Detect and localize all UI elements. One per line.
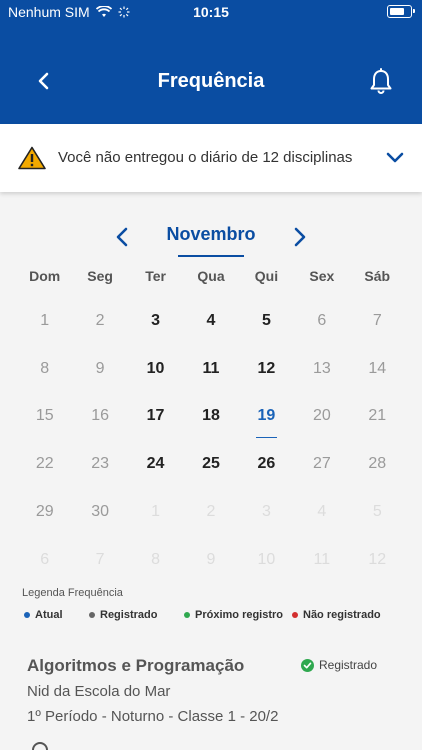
calendar-day[interactable]: 1: [128, 488, 183, 536]
calendar-days-grid: 1 2 3 4 5 6 7 8 9 10 11 12 13 14 15 16 17 18 19 20 21 22 23 24 2…: [17, 297, 405, 584]
calendar-day[interactable]: 24: [128, 440, 183, 488]
calendar-day[interactable]: 16: [72, 393, 127, 441]
calendar-day[interactable]: 5: [239, 297, 294, 345]
warning-icon: [18, 146, 46, 170]
calendar-day[interactable]: 6: [294, 297, 349, 345]
month-label[interactable]: Novembro: [0, 224, 422, 245]
alert-message: Você não entregou o diário de 12 discipl…: [58, 149, 353, 166]
course-school: Nid da Escola do Mar: [27, 683, 171, 700]
calendar-day[interactable]: 10: [128, 345, 183, 393]
legend-item: Atual: [24, 609, 63, 621]
chevron-right-icon[interactable]: [286, 224, 312, 250]
weekday-label: Sáb: [364, 268, 391, 284]
weekday-label: Ter: [145, 268, 166, 284]
legend-label: Registrado: [100, 609, 158, 621]
weekday-label: Qui: [254, 268, 279, 284]
next-item-icon: [32, 742, 48, 750]
legend-dot: [24, 612, 30, 618]
calendar-day[interactable]: 11: [294, 536, 349, 584]
calendar-day[interactable]: 28: [350, 440, 405, 488]
legend-item: Registrado: [89, 609, 157, 621]
weekday-label: Sex: [309, 268, 335, 284]
calendar-day[interactable]: 30: [72, 488, 127, 536]
calendar-day[interactable]: 9: [72, 345, 127, 393]
legend-item: Não registrado: [292, 609, 381, 621]
calendar-day[interactable]: 21: [350, 393, 405, 441]
calendar-day[interactable]: 26: [239, 440, 294, 488]
calendar-day[interactable]: 29: [17, 488, 72, 536]
status-time: 10:15: [193, 4, 229, 20]
weekday-label: Seg: [87, 268, 113, 284]
calendar-day[interactable]: 12: [350, 536, 405, 584]
legend-dot: [89, 612, 95, 618]
battery-icon: [387, 5, 415, 18]
calendar-day[interactable]: 10: [239, 536, 294, 584]
legend-dot: [184, 612, 190, 618]
legend-label: Próximo registro: [195, 609, 284, 621]
calendar-day[interactable]: 13: [294, 345, 349, 393]
course-title[interactable]: Algoritmos e Programação: [27, 656, 244, 676]
app-header: Nenhum SIM 10:15 Frequência: [0, 0, 422, 124]
weekday-header: Dom Seg Ter Qua Qui Sex Sáb: [17, 268, 405, 284]
weekday-label: Dom: [29, 268, 61, 284]
calendar-day[interactable]: 9: [183, 536, 238, 584]
calendar-day[interactable]: 22: [17, 440, 72, 488]
check-circle-icon: [301, 658, 314, 672]
month-underline: [178, 255, 244, 257]
calendar-day[interactable]: 8: [17, 345, 72, 393]
calendar-day[interactable]: 14: [350, 345, 405, 393]
calendar-day[interactable]: 12: [239, 345, 294, 393]
calendar-day[interactable]: 8: [128, 536, 183, 584]
calendar-day[interactable]: 23: [72, 440, 127, 488]
calendar-day[interactable]: 20: [294, 393, 349, 441]
calendar-day[interactable]: 19: [239, 393, 294, 441]
calendar-day[interactable]: 27: [294, 440, 349, 488]
chevron-down-icon[interactable]: [386, 150, 404, 166]
calendar-day[interactable]: 7: [350, 297, 405, 345]
status-bar: Nenhum SIM 10:15: [0, 0, 422, 26]
notifications-button[interactable]: [366, 66, 396, 96]
legend-label: Atual: [35, 609, 63, 621]
legend-label: Não registrado: [303, 609, 381, 621]
calendar-day[interactable]: 4: [294, 488, 349, 536]
pending-diaries-alert[interactable]: Você não entregou o diário de 12 discipl…: [0, 124, 422, 192]
calendar-day[interactable]: 3: [128, 297, 183, 345]
legend-item: Próximo registro: [184, 609, 283, 621]
calendar-day[interactable]: 11: [183, 345, 238, 393]
status-label: Registrado: [319, 658, 378, 672]
calendar-day[interactable]: 2: [183, 488, 238, 536]
weekday-label: Qua: [197, 268, 225, 284]
calendar-day[interactable]: 17: [128, 393, 183, 441]
calendar-day[interactable]: 6: [17, 536, 72, 584]
calendar-day[interactable]: 7: [72, 536, 127, 584]
calendar-day[interactable]: 5: [350, 488, 405, 536]
calendar-day[interactable]: 4: [183, 297, 238, 345]
legend-dot: [292, 612, 298, 618]
calendar-day[interactable]: 25: [183, 440, 238, 488]
calendar-day[interactable]: 15: [17, 393, 72, 441]
month-navigation: Novembro: [0, 220, 422, 260]
status-badge: Registrado: [301, 658, 377, 672]
calendar-day[interactable]: 1: [17, 297, 72, 345]
page-title: Frequência: [157, 70, 265, 92]
course-period: 1º Período - Noturno - Classe 1 - 20/2: [27, 708, 279, 725]
calendar-day[interactable]: 18: [183, 393, 238, 441]
calendar-day[interactable]: 2: [72, 297, 127, 345]
legend-title: Legenda Frequência: [22, 587, 123, 599]
bell-icon: [370, 68, 392, 94]
calendar-day[interactable]: 3: [239, 488, 294, 536]
